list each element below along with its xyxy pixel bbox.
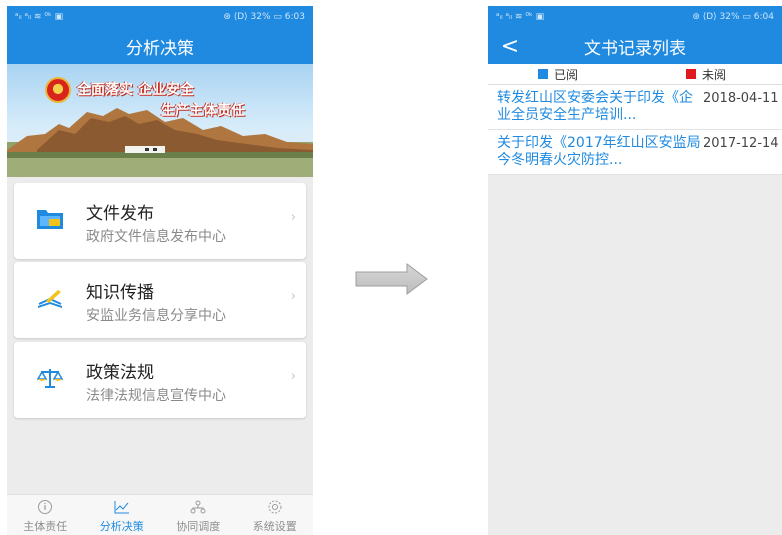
nav-bar: 分析决策 [7,28,313,64]
scales-icon [36,369,64,388]
folder-icon [37,210,63,229]
legend-unread-label: 未阅 [702,67,727,82]
transition-arrow-icon [355,263,428,295]
document-title: 关于印发《2017年红山区安监局今冬明春火灾防控... [497,135,701,168]
tab-label: 分析决策 [99,520,144,533]
status-bar: ᵃᵢₗ ᵃᵢₗ ≋ ⁰ᵏ ▣ ⊛ ⟨D⟩ 32% ▭ 6:04 [488,6,782,28]
info-icon [38,500,53,514]
document-date: 2018-04-11 [703,91,779,106]
chevron-right-icon: › [290,289,296,304]
legend-unread: 未阅 [686,66,726,83]
menu-title: 政策法规 [86,363,154,383]
page-title: 文书记录列表 [584,38,686,59]
menu-subtitle: 法律法规信息宣传中心 [86,388,226,404]
chart-icon [114,501,129,514]
banner-slogan-line2: 生产主体责任 [161,103,245,119]
page-title: 分析决策 [126,38,194,59]
tab-coordination[interactable]: 协同调度 [160,495,237,535]
status-signal: ᵃᵢₗ ᵃᵢₗ ≋ ⁰ᵏ ▣ [496,12,545,22]
list-item[interactable]: 转发红山区安委会关于印发《企业全员安全生产培训... 2018-04-11 [488,85,782,130]
document-list-screen: ᵃᵢₗ ᵃᵢₗ ≋ ⁰ᵏ ▣ ⊛ ⟨D⟩ 32% ▭ 6:04 < 文书记录列表… [488,6,782,535]
national-emblem-icon [45,77,71,103]
list-item[interactable]: 关于印发《2017年红山区安监局今冬明春火灾防控... 2017-12-14 [488,130,782,175]
document-title: 转发红山区安委会关于印发《企业全员安全生产培训... [497,90,693,123]
unread-color-swatch [686,69,697,79]
tab-label: 系统设置 [252,520,297,533]
book-pen-icon [38,290,62,308]
read-status-legend: 已阅 未阅 [488,64,782,85]
chevron-right-icon: › [290,210,296,225]
back-button[interactable]: < [496,28,524,64]
banner-slogan-line1: 全面落实 企业安全 [77,82,194,98]
safety-banner: 全面落实 企业安全 生产主体责任 [7,64,313,177]
status-bar: ᵃᵢₗ ᵃᵢₗ ≋ ⁰ᵏ ▣ ⊛ ⟨D⟩ 32% ▭ 6:03 [7,6,313,28]
menu-card-knowledge[interactable]: 知识传播 安监业务信息分享中心 › [14,262,306,338]
tab-label: 主体责任 [23,520,68,533]
chevron-right-icon: › [290,369,296,384]
menu-subtitle: 安监业务信息分享中心 [86,308,226,324]
status-battery-time: ⊛ ⟨D⟩ 32% ▭ 6:04 [692,12,774,22]
menu-card-file-release[interactable]: 文件发布 政府文件信息发布中心 › [14,183,306,259]
tab-settings[interactable]: 系统设置 [237,495,314,535]
legend-read: 已阅 [538,66,578,83]
bottom-tab-bar: 主体责任 分析决策 协同调度 系统设置 [7,494,313,535]
flow-icon [190,500,206,514]
tab-label: 协同调度 [176,520,221,533]
menu-title: 文件发布 [86,204,154,224]
gear-icon [268,500,282,514]
menu-title: 知识传播 [86,283,154,303]
tab-main-responsibility[interactable]: 主体责任 [7,495,84,535]
status-signal: ᵃᵢₗ ᵃᵢₗ ≋ ⁰ᵏ ▣ [15,12,64,22]
tab-analysis[interactable]: 分析决策 [84,495,161,535]
document-date: 2017-12-14 [703,136,779,151]
status-battery-time: ⊛ ⟨D⟩ 32% ▭ 6:03 [223,12,305,22]
analysis-screen: ᵃᵢₗ ᵃᵢₗ ≋ ⁰ᵏ ▣ ⊛ ⟨D⟩ 32% ▭ 6:03 分析决策 全面落… [7,6,313,535]
legend-read-label: 已阅 [554,67,579,82]
read-color-swatch [538,69,548,79]
menu-card-policy[interactable]: 政策法规 法律法规信息宣传中心 › [14,342,306,418]
nav-bar: < 文书记录列表 [488,28,782,64]
menu-subtitle: 政府文件信息发布中心 [86,229,226,245]
